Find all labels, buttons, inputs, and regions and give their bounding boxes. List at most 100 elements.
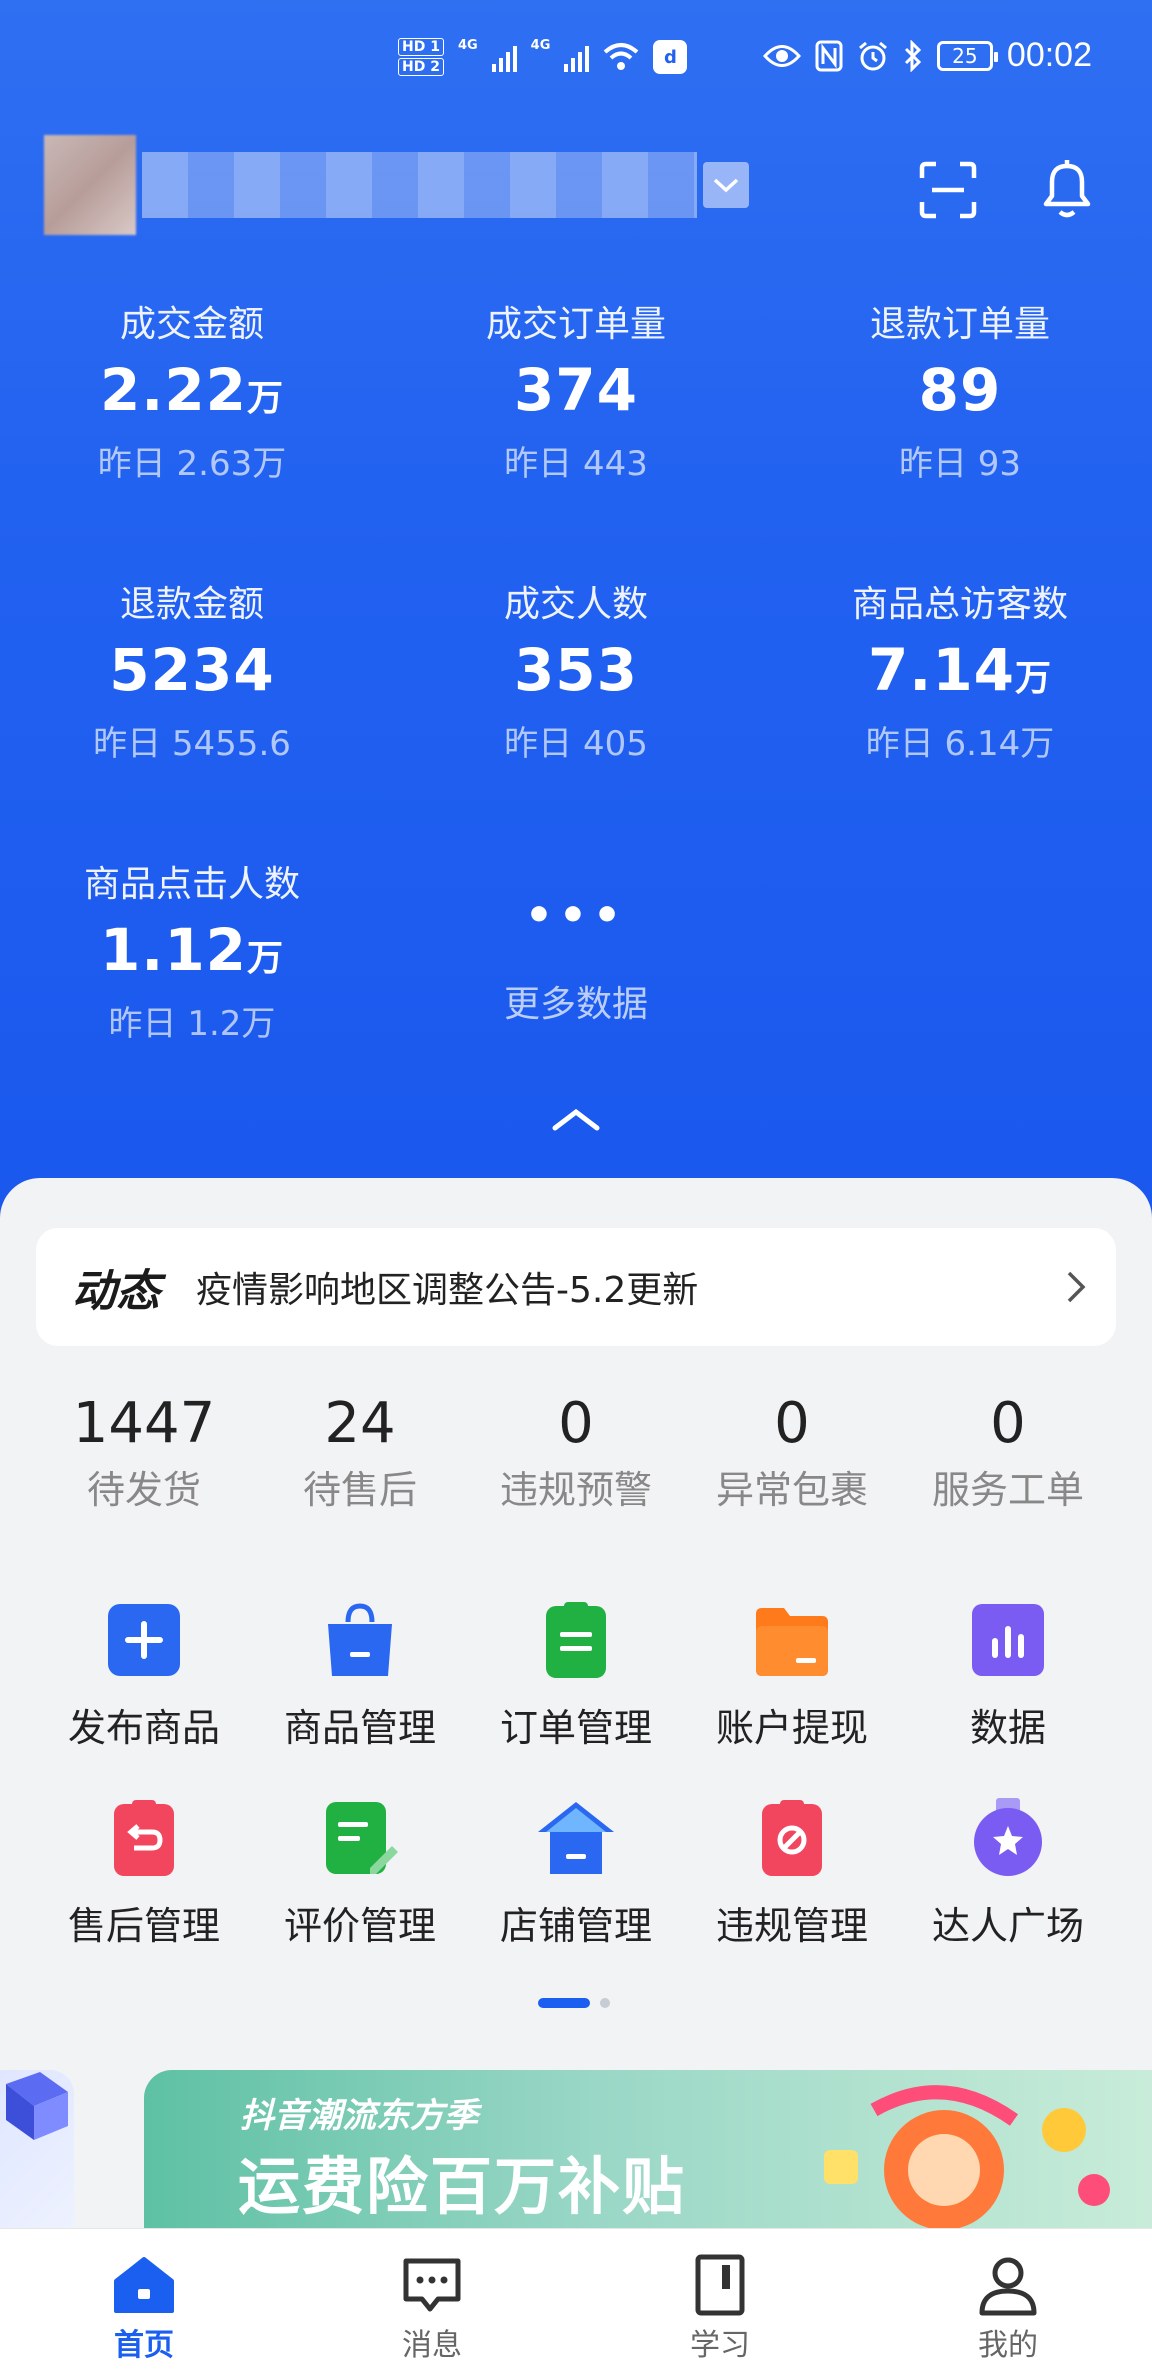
metric-label: 商品点击人数 bbox=[83, 864, 300, 905]
user-icon bbox=[979, 2257, 1037, 2316]
tool-data[interactable]: 数据 bbox=[900, 1600, 1116, 1758]
battery-icon: 25 bbox=[936, 40, 998, 71]
banner-prev[interactable] bbox=[0, 2070, 74, 2230]
tool-label: 达人广场 bbox=[931, 1904, 1084, 1948]
metric-clicks[interactable]: 商品点击人数 1.12万 昨日 1.2万 bbox=[0, 860, 384, 1049]
tool-label: 数据 bbox=[969, 1706, 1046, 1750]
metric-yesterday: 昨日 1.2万 bbox=[108, 1004, 276, 1044]
metric-order-count[interactable]: 成交订单量 374 昨日 443 bbox=[384, 300, 768, 489]
status-bar: HD 1 HD 2 4G 4G d 25 00:02 bbox=[0, 30, 1152, 100]
status-time: 00:02 bbox=[1006, 36, 1092, 74]
metric-buyers[interactable]: 成交人数 353 昨日 405 bbox=[384, 580, 768, 769]
chevron-right-icon bbox=[1067, 1271, 1086, 1303]
signal-1-label: 4G bbox=[457, 38, 478, 53]
eye-icon bbox=[762, 44, 801, 67]
prohibited-clipboard-icon bbox=[762, 1800, 822, 1876]
tool-influencer-square[interactable]: 达人广场 bbox=[900, 1798, 1116, 1956]
metric-refund-orders[interactable]: 退款订单量 89 昨日 93 bbox=[768, 300, 1152, 489]
tab-label: 首页 bbox=[114, 2328, 174, 2363]
pending-service-ticket[interactable]: 0 服务工单 bbox=[900, 1388, 1116, 1520]
pending-violation-warning[interactable]: 0 违规预警 bbox=[468, 1388, 684, 1520]
shopping-bag-icon bbox=[328, 1603, 392, 1676]
tool-label: 售后管理 bbox=[67, 1904, 220, 1948]
tool-publish-product[interactable]: 发布商品 bbox=[36, 1600, 252, 1758]
banner-subtitle: 抖音潮流东方季 bbox=[240, 2096, 478, 2136]
notice-bar[interactable]: 动态 疫情影响地区调整公告-5.2更新 bbox=[36, 1228, 1116, 1346]
pending-to-ship[interactable]: 1447 待发货 bbox=[36, 1388, 252, 1520]
tool-label: 发布商品 bbox=[67, 1706, 220, 1750]
tab-mine[interactable]: 我的 bbox=[864, 2229, 1152, 2376]
bell-icon[interactable] bbox=[1036, 156, 1098, 222]
chevron-up-icon[interactable] bbox=[551, 1104, 601, 1134]
tool-store-management[interactable]: 店铺管理 bbox=[468, 1798, 684, 1956]
hd-badges: HD 1 HD 2 bbox=[398, 38, 444, 76]
signal-2-label: 4G bbox=[530, 38, 551, 53]
tool-after-sales[interactable]: 售后管理 bbox=[36, 1798, 252, 1956]
scan-icon[interactable] bbox=[918, 160, 978, 220]
tool-label: 评价管理 bbox=[283, 1904, 436, 1948]
metric-yesterday: 昨日 443 bbox=[504, 444, 648, 484]
star-medal-icon bbox=[974, 1798, 1042, 1876]
promo-banner[interactable]: 抖音潮流东方季 运费险百万补贴 bbox=[144, 2070, 1152, 2230]
metric-value: 2.22万 bbox=[99, 356, 285, 424]
metric-value: 7.14万 bbox=[867, 636, 1053, 704]
more-data-link[interactable]: 更多数据 bbox=[384, 975, 768, 1027]
return-clipboard-icon bbox=[114, 1800, 174, 1876]
chevron-down-icon[interactable] bbox=[703, 162, 749, 208]
tool-violation-management[interactable]: 违规管理 bbox=[684, 1798, 900, 1956]
tool-label: 商品管理 bbox=[283, 1706, 436, 1750]
metric-visitors[interactable]: 商品总访客数 7.14万 昨日 6.14万 bbox=[768, 580, 1152, 769]
tool-label: 账户提现 bbox=[715, 1706, 868, 1750]
tool-label: 店铺管理 bbox=[499, 1904, 652, 1948]
bottom-tab-bar: 首页 消息 学习 我的 bbox=[0, 2228, 1152, 2376]
notice-text: 疫情影响地区调整公告-5.2更新 bbox=[196, 1270, 699, 1311]
metric-label: 商品总访客数 bbox=[851, 584, 1068, 625]
tool-review-management[interactable]: 评价管理 bbox=[252, 1798, 468, 1956]
tool-label: 订单管理 bbox=[499, 1706, 652, 1750]
tool-product-management[interactable]: 商品管理 bbox=[252, 1600, 468, 1758]
metric-yesterday: 昨日 6.14万 bbox=[865, 724, 1055, 764]
metric-yesterday: 昨日 93 bbox=[898, 444, 1022, 484]
status-bar-left: HD 1 HD 2 4G 4G d bbox=[398, 38, 688, 76]
tab-home[interactable]: 首页 bbox=[0, 2229, 288, 2376]
message-icon bbox=[403, 2258, 461, 2312]
metric-label: 成交金额 bbox=[119, 304, 264, 345]
notice-tag: 动态 bbox=[72, 1266, 160, 1317]
page-dot-active bbox=[538, 1998, 590, 2008]
store-avatar bbox=[44, 135, 136, 235]
more-dots-icon[interactable]: ••• bbox=[384, 890, 768, 941]
page-dot bbox=[600, 1998, 610, 2008]
tool-account-withdraw[interactable]: 账户提现 bbox=[684, 1600, 900, 1758]
pending-label: 待发货 bbox=[86, 1468, 201, 1512]
metric-gmv[interactable]: 成交金额 2.22万 昨日 2.63万 bbox=[0, 300, 384, 489]
pending-value: 1447 bbox=[72, 1391, 216, 1456]
metric-label: 退款金额 bbox=[119, 584, 264, 625]
metric-refund-amount[interactable]: 退款金额 5234 昨日 5455.6 bbox=[0, 580, 384, 769]
bluetooth-icon bbox=[904, 39, 922, 72]
page-indicator bbox=[538, 1998, 610, 2008]
metric-yesterday: 昨日 405 bbox=[504, 724, 648, 764]
wifi-icon bbox=[604, 43, 639, 70]
metric-yesterday: 昨日 2.63万 bbox=[97, 444, 287, 484]
wallet-folder-icon bbox=[756, 1608, 828, 1676]
battery-level: 25 bbox=[952, 43, 978, 68]
tab-label: 我的 bbox=[978, 2328, 1038, 2363]
hd2-badge: HD 2 bbox=[398, 58, 444, 76]
metric-label: 成交订单量 bbox=[485, 304, 666, 345]
tab-messages[interactable]: 消息 bbox=[288, 2229, 576, 2376]
tab-learning[interactable]: 学习 bbox=[576, 2229, 864, 2376]
review-edit-icon bbox=[326, 1802, 398, 1874]
tool-order-management[interactable]: 订单管理 bbox=[468, 1600, 684, 1758]
plus-square-icon bbox=[108, 1604, 180, 1676]
store-selector[interactable] bbox=[44, 135, 749, 235]
network-app-icon: d bbox=[653, 40, 688, 74]
gift-box-icon bbox=[6, 2072, 68, 2140]
tab-label: 学习 bbox=[690, 2328, 750, 2363]
hd1-badge: HD 1 bbox=[398, 38, 444, 56]
metric-label: 成交人数 bbox=[503, 584, 648, 625]
banner-title: 运费险百万补贴 bbox=[238, 2150, 687, 2223]
book-icon bbox=[695, 2254, 745, 2316]
status-bar-right: 25 00:02 bbox=[762, 36, 1092, 75]
pending-after-sales[interactable]: 24 待售后 bbox=[252, 1388, 468, 1520]
pending-abnormal-package[interactable]: 0 异常包裹 bbox=[684, 1388, 900, 1520]
